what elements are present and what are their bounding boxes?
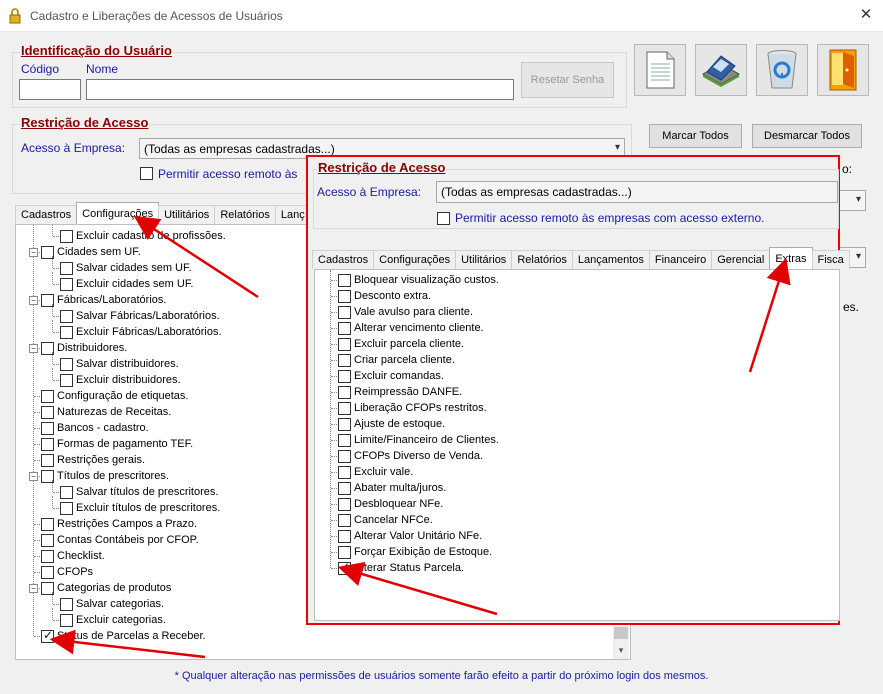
arrow-to-configuracoes-tab: [133, 215, 259, 299]
arrow-to-status-parcelas: [49, 629, 206, 659]
arrow-to-extras-tab: [748, 257, 791, 373]
arrow-to-alterar-status: [337, 561, 498, 616]
annotation-arrows: [49, 215, 791, 659]
